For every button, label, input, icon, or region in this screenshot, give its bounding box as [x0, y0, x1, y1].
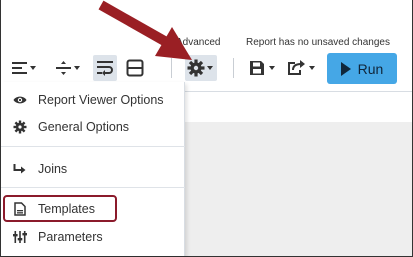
save-button[interactable] — [247, 55, 281, 81]
align-lines-icon — [12, 62, 36, 74]
text-wrap-button[interactable] — [93, 55, 117, 81]
eye-icon — [12, 92, 28, 108]
menu-item-parameters[interactable]: Parameters — [1, 224, 185, 250]
toolbar-separator — [233, 58, 234, 78]
settings-dropdown-menu: Report Viewer Options General Options Jo… — [1, 82, 185, 256]
menu-item-label: Parameters — [38, 230, 103, 244]
chevron-down-icon — [207, 66, 213, 70]
text-wrap-icon — [97, 61, 113, 76]
mode-label: Advanced — [176, 37, 221, 48]
templates-highlight-box — [3, 195, 117, 222]
menu-divider — [1, 146, 185, 147]
menu-item-general-options[interactable]: General Options — [1, 114, 185, 140]
split-view-icon — [126, 59, 144, 77]
toolbar-separator — [171, 58, 172, 78]
share-icon — [288, 60, 315, 75]
save-status-text: Report has no unsaved changes — [246, 37, 390, 48]
line-spacing-icon — [56, 61, 80, 75]
gear-icon — [12, 119, 28, 135]
gear-icon — [187, 59, 213, 77]
split-view-button[interactable] — [123, 55, 147, 81]
menu-item-label: Joins — [38, 162, 68, 176]
settings-button[interactable] — [185, 55, 217, 81]
toolbar: Advanced Report has no unsaved changes R… — [1, 0, 412, 92]
floppy-disk-icon — [250, 61, 275, 75]
menu-item-joins[interactable]: Joins — [1, 156, 185, 182]
align-button[interactable] — [9, 55, 43, 81]
run-button[interactable]: Run — [327, 53, 397, 84]
menu-item-report-viewer-options[interactable]: Report Viewer Options — [1, 87, 185, 113]
play-icon — [340, 61, 351, 76]
report-canvas — [184, 122, 412, 256]
share-button[interactable] — [285, 55, 321, 81]
run-label: Run — [357, 60, 384, 77]
sliders-icon — [12, 229, 28, 245]
menu-item-label: General Options — [38, 120, 130, 134]
menu-divider — [1, 187, 185, 188]
join-arrow-icon — [12, 161, 28, 177]
menu-item-label: Report Viewer Options — [38, 93, 164, 107]
line-spacing-button[interactable] — [53, 55, 87, 81]
